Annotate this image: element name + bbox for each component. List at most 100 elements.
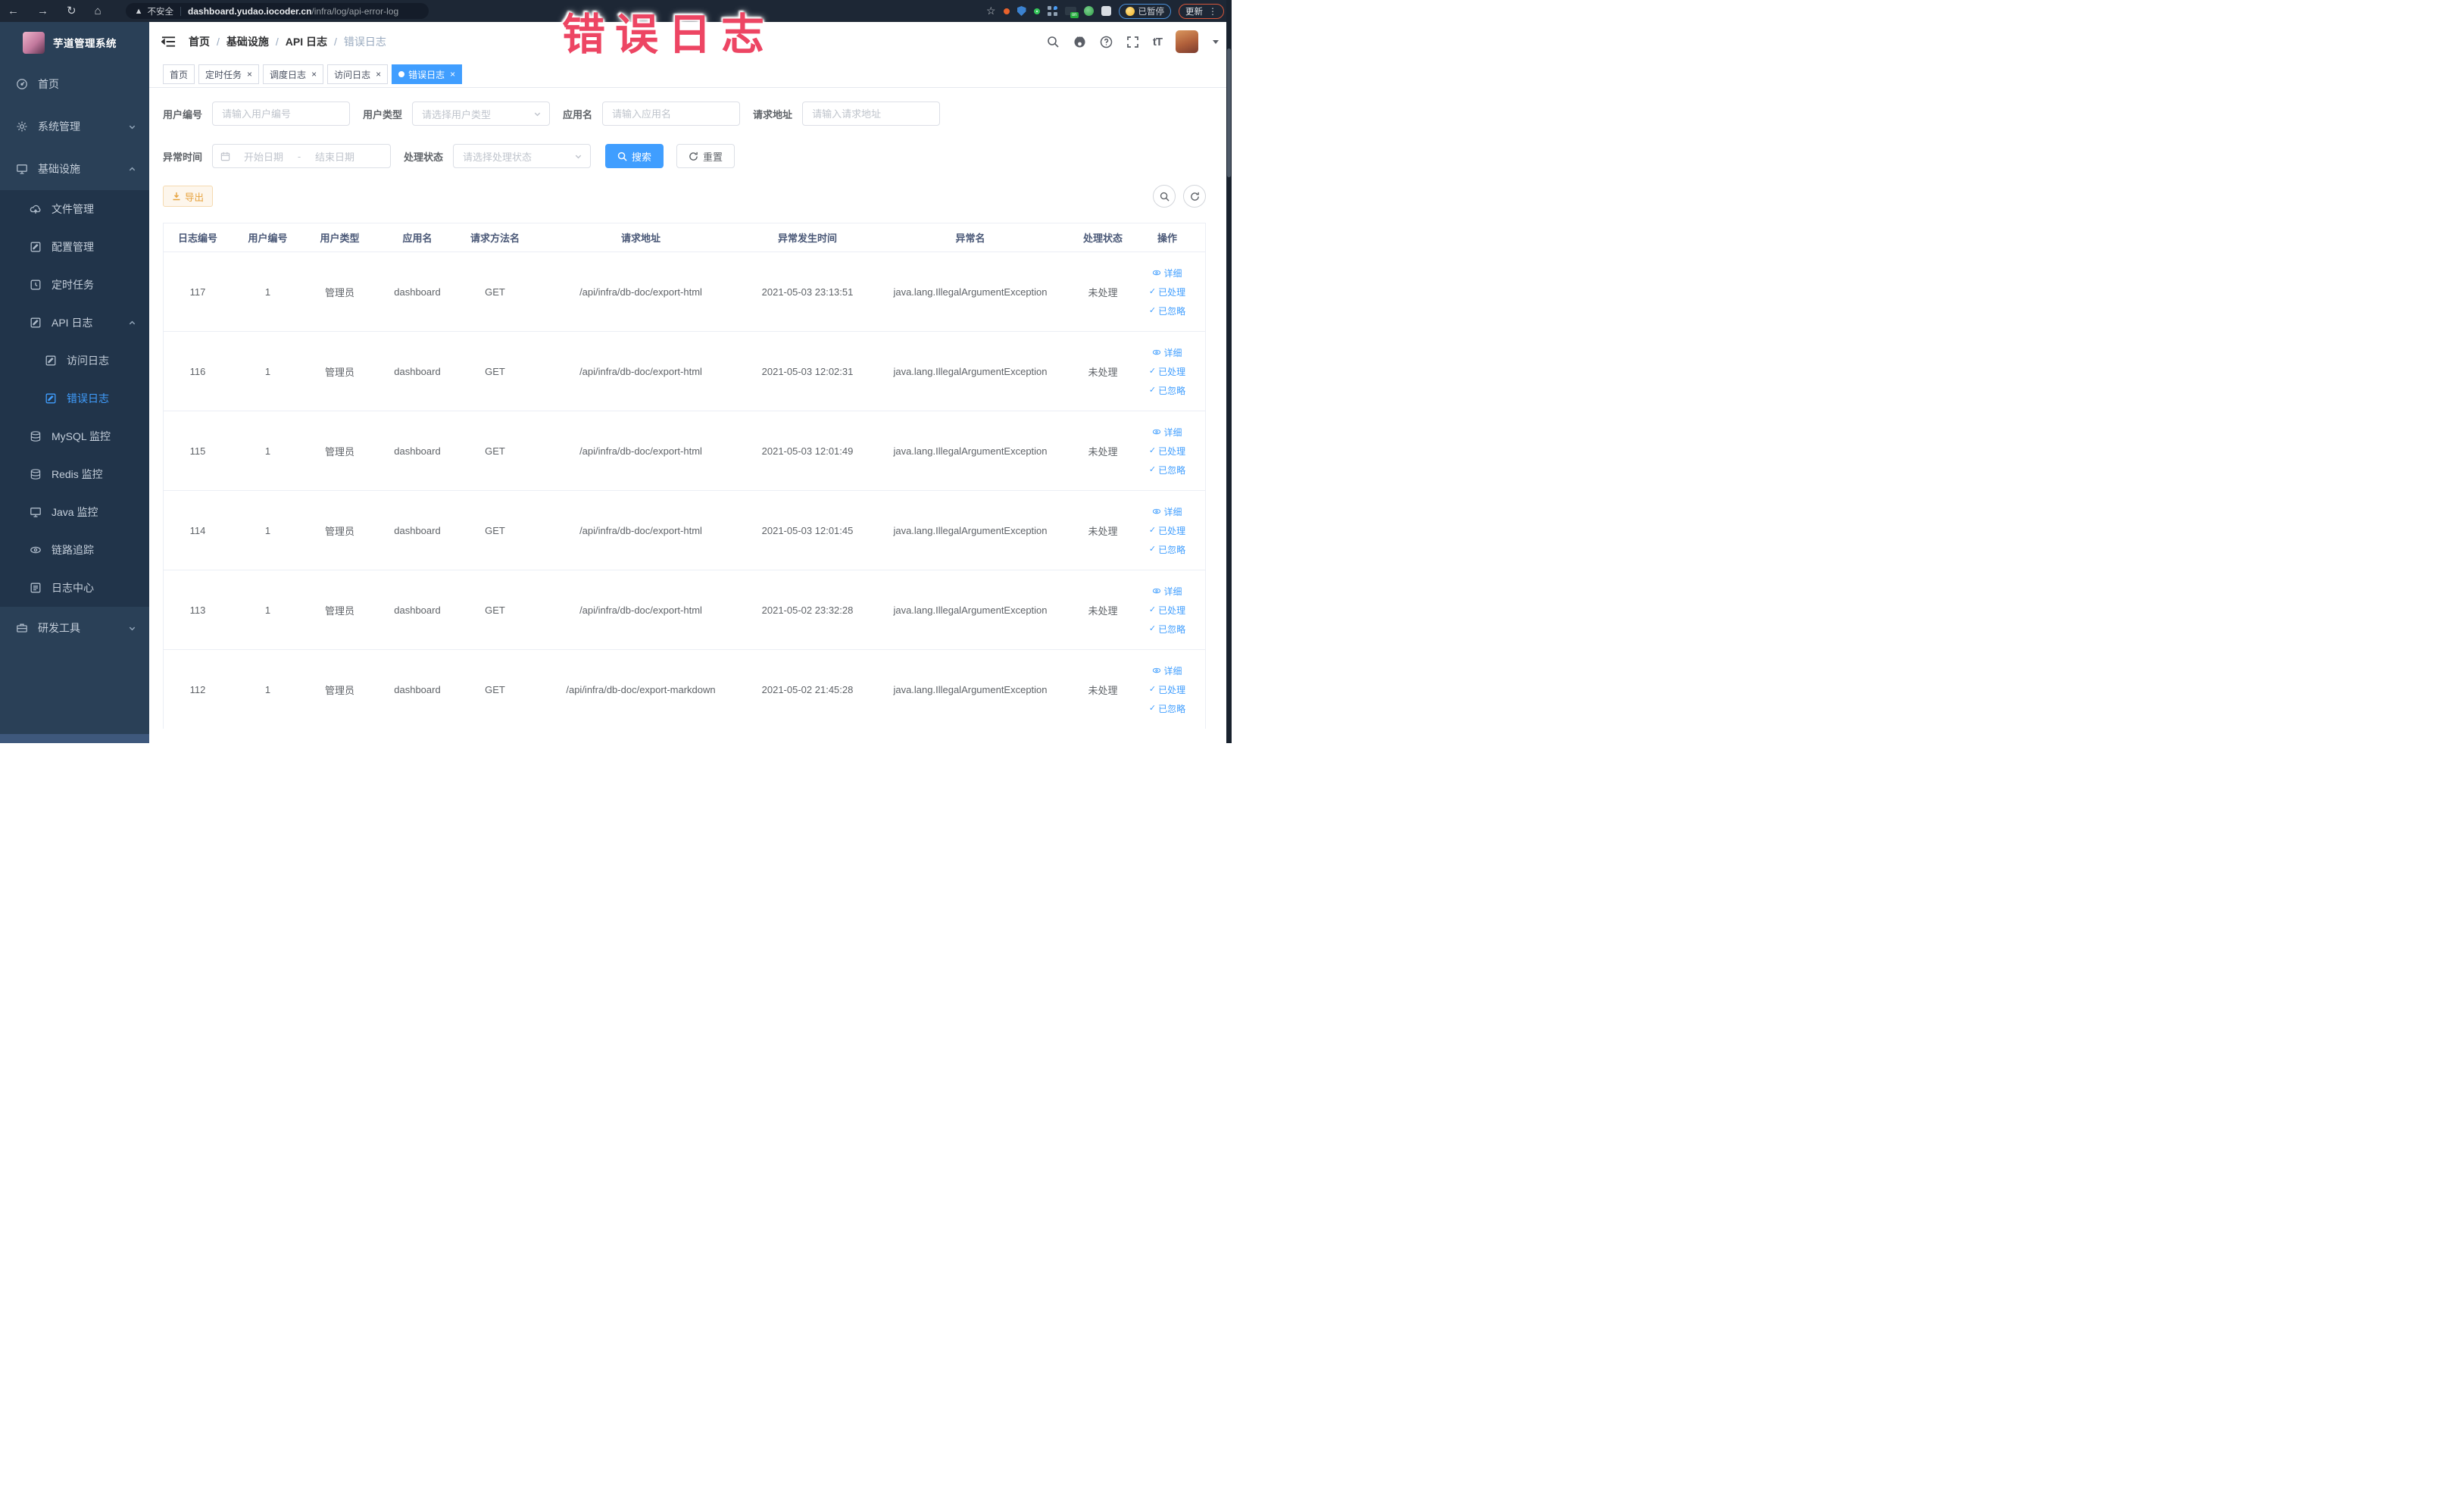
reset-button[interactable]: 重置	[676, 144, 735, 168]
sidebar-item-api-log[interactable]: API 日志	[0, 304, 149, 342]
extension-grid-icon[interactable]	[1047, 6, 1057, 16]
sidebar-item-file-management[interactable]: 文件管理	[0, 190, 149, 228]
app-title: 芋道管理系统	[53, 38, 117, 49]
sidebar-item-infrastructure[interactable]: 基础设施	[0, 148, 149, 190]
detail-link[interactable]: 详细	[1152, 505, 1182, 518]
table-row: 115 1 管理员 dashboard GET/api/infra/db-doc/exp…	[164, 411, 1205, 490]
hamburger-icon[interactable]	[161, 36, 176, 48]
processed-link[interactable]: ✓ 已处理	[1149, 683, 1185, 696]
sidebar-item-scheduled-tasks[interactable]: 定时任务	[0, 266, 149, 304]
toggle-search-button[interactable]	[1153, 185, 1176, 208]
processed-link[interactable]: ✓ 已处理	[1149, 365, 1185, 378]
tab-home[interactable]: 首页	[163, 64, 195, 84]
close-icon[interactable]: ×	[247, 70, 252, 79]
processed-link[interactable]: ✓ 已处理	[1149, 286, 1185, 298]
monitor-icon	[30, 506, 42, 518]
tab-error-log[interactable]: 错误日志 ×	[392, 64, 463, 84]
sidebar-item-error-log[interactable]: 错误日志	[0, 380, 149, 417]
extension-orange-icon[interactable]	[1003, 8, 1010, 14]
detail-link[interactable]: 详细	[1152, 664, 1182, 677]
help-icon[interactable]	[1100, 36, 1113, 48]
chevron-down-icon	[128, 624, 136, 633]
tab-schedule-log[interactable]: 调度日志 ×	[263, 64, 324, 84]
sidebar-item-redis-monitor[interactable]: Redis 监控	[0, 455, 149, 493]
sidebar-menu: 首页 系统管理 基础设施 文件管理 配置管理 定时任务 API 日志 访问日志 错误日志 MySQ…	[0, 63, 149, 649]
kebab-menu-icon[interactable]: ⋮	[1208, 6, 1217, 17]
detail-link[interactable]: 详细	[1152, 426, 1182, 439]
sidebar-item-config-management[interactable]: 配置管理	[0, 228, 149, 266]
cell-用户类型: 管理员	[324, 366, 354, 378]
extension-green-ring-icon[interactable]	[1033, 8, 1040, 14]
page-scrollbar[interactable]	[1226, 0, 1232, 743]
github-icon[interactable]	[1073, 36, 1086, 48]
cell-异常发生时间: 2021-05-03 23:13:51	[761, 286, 854, 298]
extensions-puzzle-icon[interactable]	[1101, 6, 1111, 16]
update-pill[interactable]: 更新 ⋮	[1179, 3, 1224, 19]
app-name-input[interactable]	[602, 102, 741, 126]
address-bar[interactable]: ▲ 不安全 dashboard.yudao.iocoder.cn/infra/l…	[125, 3, 429, 19]
breadcrumb-item: 错误日志	[343, 36, 386, 48]
processed-link[interactable]: ✓ 已处理	[1149, 445, 1185, 458]
bookmark-star-icon[interactable]: ☆	[986, 5, 996, 17]
ignored-link[interactable]: ✓ 已忽略	[1149, 543, 1185, 556]
sidebar-item-log-center[interactable]: 日志中心	[0, 569, 149, 607]
detail-link[interactable]: 详细	[1152, 267, 1182, 280]
sidebar-item-java-monitor[interactable]: Java 监控	[0, 493, 149, 531]
back-icon[interactable]: ←	[8, 5, 19, 17]
monitor-icon	[16, 163, 28, 175]
user-id-input[interactable]	[212, 102, 351, 126]
extension-sprout-icon[interactable]	[1083, 6, 1094, 16]
close-icon[interactable]: ×	[311, 70, 317, 79]
breadcrumb-item[interactable]: 首页	[189, 34, 210, 49]
pen-icon	[30, 241, 42, 253]
detail-link[interactable]: 详细	[1152, 585, 1182, 598]
caret-down-icon[interactable]	[1212, 38, 1220, 45]
tab-access-log[interactable]: 访问日志 ×	[327, 64, 389, 84]
ignored-link[interactable]: ✓ 已忽略	[1149, 384, 1185, 397]
close-icon[interactable]: ×	[376, 70, 381, 79]
export-button[interactable]: 导出	[163, 186, 214, 207]
breadcrumb-item[interactable]: API 日志	[286, 34, 327, 49]
extension-shield-icon[interactable]	[1017, 6, 1026, 16]
paused-pill[interactable]: 已暂停	[1118, 3, 1171, 19]
sidebar-item-trace[interactable]: 链路追踪	[0, 531, 149, 569]
ignored-link[interactable]: ✓ 已忽略	[1149, 623, 1185, 636]
sidebar-item-mysql-monitor[interactable]: MySQL 监控	[0, 417, 149, 455]
chevron-up-icon	[128, 165, 136, 173]
font-size-icon[interactable]: tT	[1153, 36, 1163, 48]
processed-link[interactable]: ✓ 已处理	[1149, 604, 1185, 617]
process-status-select[interactable]: 请选择处理状态	[453, 144, 592, 168]
extension-switch-on-icon[interactable]	[1064, 7, 1079, 18]
cell-用户类型: 管理员	[324, 604, 354, 617]
ignored-link[interactable]: ✓ 已忽略	[1149, 702, 1185, 715]
close-icon[interactable]: ×	[450, 70, 455, 79]
sidebar-item-dev-tools[interactable]: 研发工具	[0, 607, 149, 649]
sidebar-item-system-management[interactable]: 系统管理	[0, 105, 149, 148]
fullscreen-icon[interactable]	[1126, 36, 1139, 48]
sidebar-logo[interactable]: 芋道管理系统	[0, 22, 149, 63]
forward-icon[interactable]: →	[37, 5, 48, 17]
sidebar-item-access-log[interactable]: 访问日志	[0, 342, 149, 380]
ignored-link[interactable]: ✓ 已忽略	[1149, 305, 1185, 317]
avatar[interactable]	[1176, 30, 1198, 53]
tab-scheduled-tasks[interactable]: 定时任务 ×	[198, 64, 260, 84]
refresh-button[interactable]	[1183, 185, 1206, 208]
user-type-label: 用户类型	[363, 108, 403, 120]
ignored-link[interactable]: ✓ 已忽略	[1149, 464, 1185, 476]
detail-link[interactable]: 详细	[1152, 346, 1182, 359]
breadcrumb-item[interactable]: 基础设施	[226, 34, 269, 49]
search-button[interactable]: 搜索	[605, 144, 664, 168]
reload-icon[interactable]: ↻	[67, 5, 77, 17]
home-icon[interactable]: ⌂	[95, 5, 101, 17]
url-domain: dashboard.yudao.iocoder.cn	[188, 5, 312, 17]
sidebar-item-home[interactable]: 首页	[0, 63, 149, 105]
cell-用户编号: 1	[264, 604, 271, 616]
cell-异常名: java.lang.IllegalArgumentException	[893, 445, 1048, 457]
cell-处理状态: 未处理	[1088, 286, 1118, 298]
user-type-select[interactable]: 请选择用户类型	[412, 102, 551, 126]
exception-time-range-picker[interactable]: 开始日期 - 结束日期	[212, 144, 392, 168]
request-url-input[interactable]	[802, 102, 941, 126]
search-icon[interactable]	[1047, 36, 1060, 48]
scrollbar-thumb[interactable]	[1227, 48, 1231, 177]
processed-link[interactable]: ✓ 已处理	[1149, 524, 1185, 537]
